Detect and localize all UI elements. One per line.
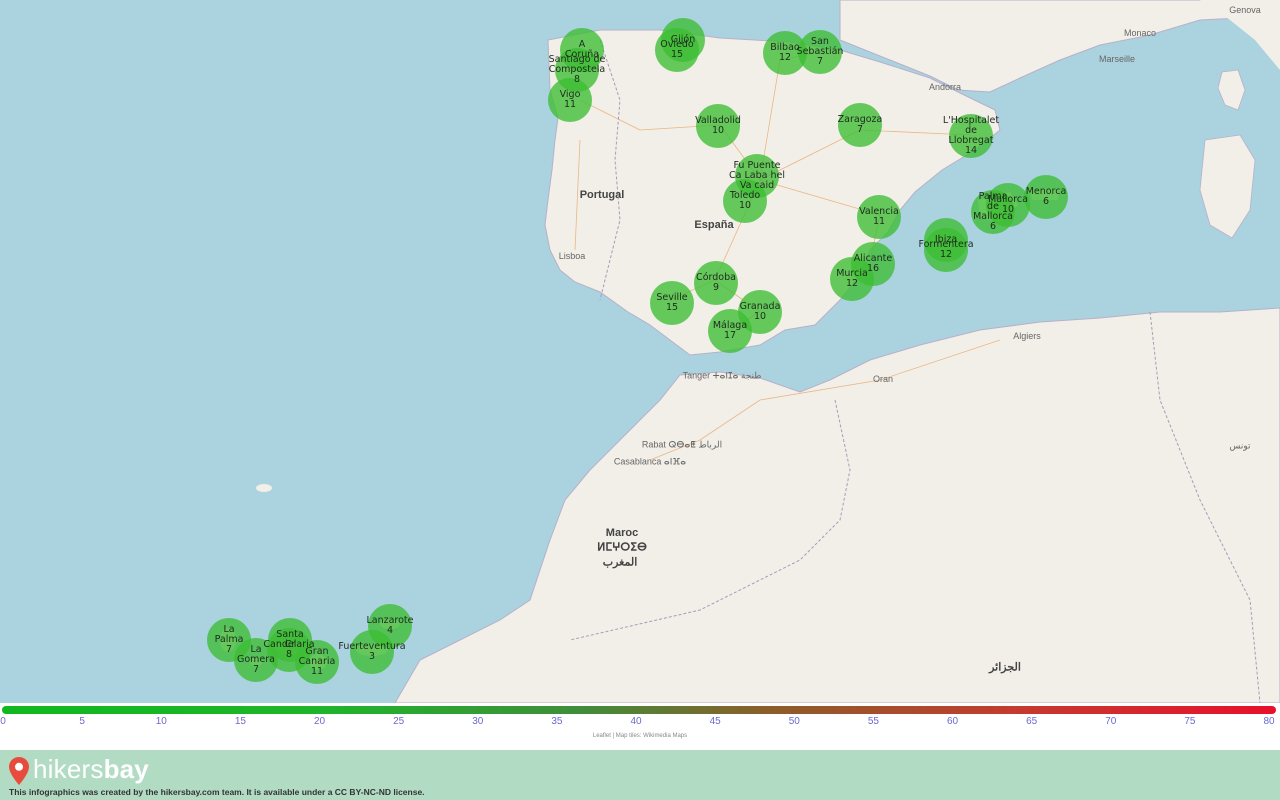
sardinia bbox=[1199, 134, 1256, 239]
scale-tick-label: 20 bbox=[313, 716, 326, 727]
city-marker[interactable] bbox=[295, 640, 339, 684]
brand-logo[interactable]: hikersbay bbox=[33, 754, 149, 785]
country-label: España bbox=[694, 219, 734, 231]
brand-bold: bay bbox=[103, 754, 149, 784]
scale-tick-label: 40 bbox=[630, 716, 642, 727]
city-label: Genova bbox=[1229, 5, 1261, 15]
color-scale: 0 5 10 15 20 25 30 35 40 45 50 55 60 65 70 75 80 Leaflet… bbox=[0, 703, 1280, 750]
scale-tick-label: 55 bbox=[867, 716, 879, 727]
city-marker[interactable] bbox=[830, 257, 874, 301]
map-attribution[interactable]: Leaflet | Map tiles: Wikimedia Maps bbox=[0, 733, 1280, 739]
city-label: Lisboa bbox=[558, 251, 586, 261]
city-marker[interactable] bbox=[986, 183, 1030, 227]
north-africa-land bbox=[394, 307, 1280, 703]
country-label: Maroc bbox=[605, 527, 639, 539]
city-label: Marseille bbox=[1098, 54, 1136, 64]
city-marker[interactable] bbox=[548, 78, 592, 122]
scale-tick-label: 60 bbox=[946, 716, 959, 727]
city-label: Tanger ⵜⴰⵏⵊⴰ طنجة bbox=[682, 370, 762, 381]
country-label: الجزائر bbox=[989, 661, 1021, 674]
corsica bbox=[1217, 69, 1246, 111]
city-label: Andorra bbox=[928, 82, 962, 92]
city-label: Oran bbox=[872, 374, 894, 384]
city-marker[interactable] bbox=[650, 281, 694, 325]
country-label: ⵍⵎⵖⵔⵉⴱ bbox=[597, 541, 647, 554]
scale-tick-label: 0 bbox=[0, 716, 6, 727]
city-marker[interactable] bbox=[924, 228, 968, 272]
scale-tick-label: 50 bbox=[788, 716, 800, 727]
scale-tick-label: 65 bbox=[1026, 716, 1038, 727]
scale-tick-label: 10 bbox=[155, 716, 167, 727]
scale-tick-label: 45 bbox=[709, 716, 721, 727]
city-marker[interactable] bbox=[694, 261, 738, 305]
city-marker[interactable] bbox=[723, 179, 767, 223]
city-label: تونس bbox=[1229, 440, 1251, 451]
city-marker[interactable] bbox=[798, 30, 842, 74]
city-label: Rabat ⵕⴱⴰⵟ الرباط bbox=[641, 439, 723, 450]
city-marker[interactable] bbox=[949, 114, 993, 158]
map-view[interactable]: Portugal España Maroc ⵍⵎⵖⵔⵉⴱ المغرب Lisboa Mar… bbox=[0, 0, 1280, 703]
brand-light: hikers bbox=[33, 754, 104, 784]
scale-tick-label: 30 bbox=[472, 716, 484, 727]
country-label: Portugal bbox=[579, 189, 625, 201]
license-credit: This infographics was created by the hik… bbox=[9, 787, 425, 797]
city-marker[interactable] bbox=[857, 195, 901, 239]
scale-tick-label: 80 bbox=[1263, 716, 1275, 727]
city-label: Casablanca ⴰⵏⴼⴰ bbox=[613, 456, 687, 467]
basemap bbox=[220, 0, 1280, 703]
scale-tick-label: 35 bbox=[551, 716, 563, 727]
scale-tick-label: 5 bbox=[79, 716, 85, 727]
city-marker[interactable] bbox=[655, 28, 699, 72]
island-madeira bbox=[256, 484, 272, 492]
scale-tick-label: 70 bbox=[1105, 716, 1117, 727]
city-marker[interactable] bbox=[696, 104, 740, 148]
scale-gradient bbox=[2, 706, 1276, 714]
map-pin-icon bbox=[9, 757, 29, 785]
country-label: المغرب bbox=[602, 556, 638, 569]
scale-tick-label: 25 bbox=[393, 716, 405, 727]
city-marker[interactable] bbox=[350, 630, 394, 674]
city-label: Monaco bbox=[1123, 28, 1157, 38]
scale-tick-label: 15 bbox=[234, 716, 246, 727]
city-marker[interactable] bbox=[234, 638, 278, 682]
scale-tick-label: 75 bbox=[1184, 716, 1196, 727]
city-marker[interactable] bbox=[708, 309, 752, 353]
city-marker[interactable] bbox=[838, 103, 882, 147]
city-marker[interactable] bbox=[1024, 175, 1068, 219]
city-label: Algiers bbox=[1013, 331, 1041, 341]
